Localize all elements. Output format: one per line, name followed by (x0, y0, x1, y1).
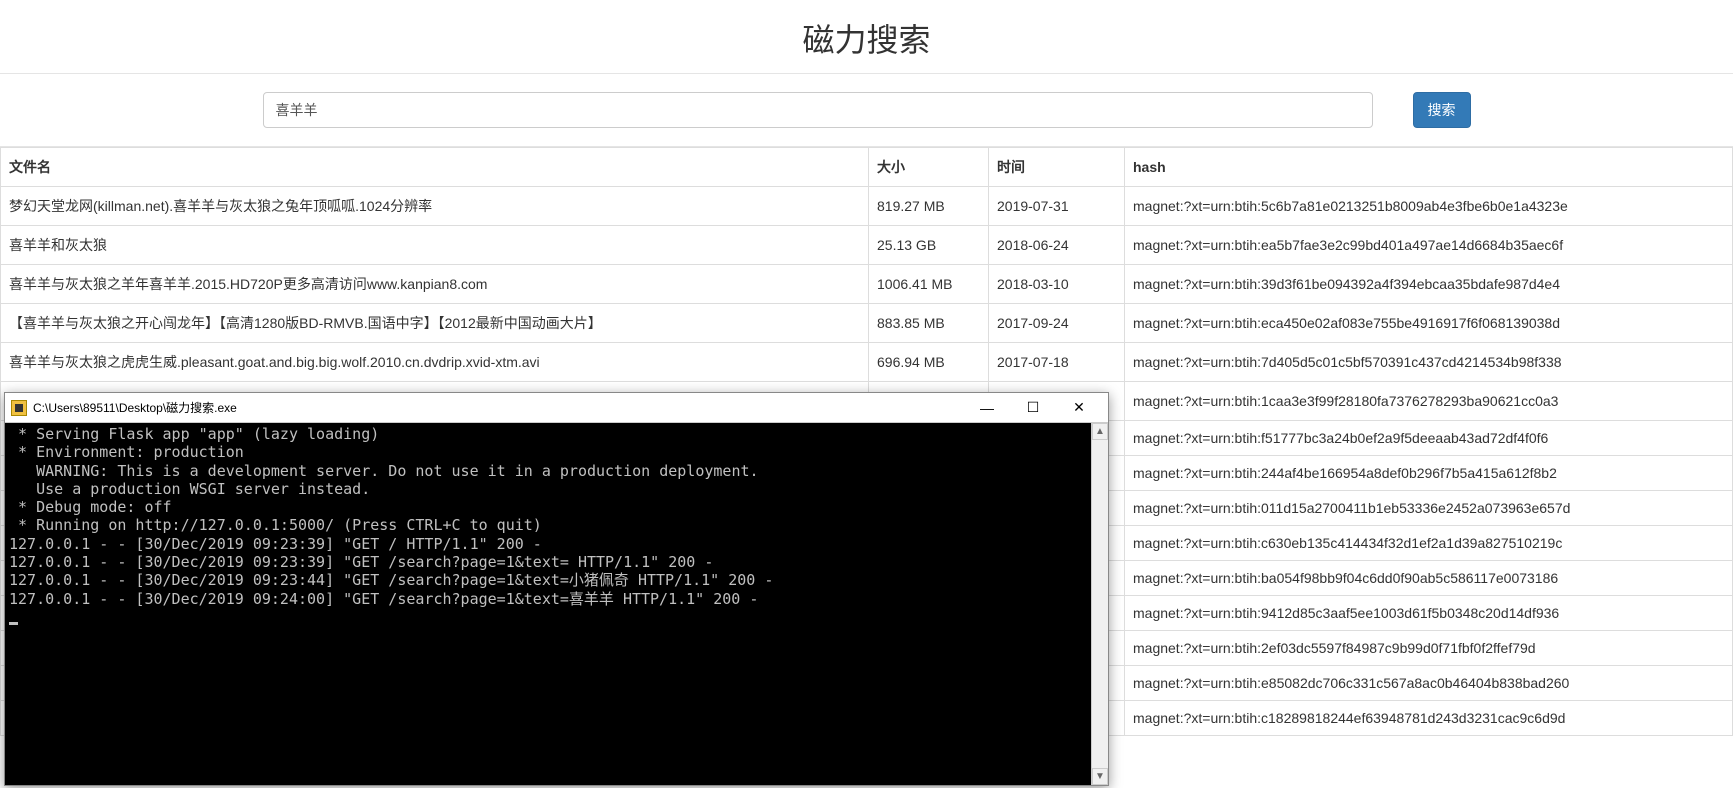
table-header-row: 文件名 大小 时间 hash (1, 148, 1733, 187)
table-row: 【喜羊羊与灰太狼之开心闯龙年】【高清1280版BD-RMVB.国语中字】【201… (1, 304, 1733, 343)
table-row: 喜羊羊和灰太狼25.13 GB2018-06-24magnet:?xt=urn:… (1, 226, 1733, 265)
page-header: 磁力搜索 (0, 0, 1733, 74)
cell-hash: magnet:?xt=urn:btih:eca450e02af083e755be… (1125, 304, 1733, 343)
cell-size: 1006.41 MB (869, 265, 989, 304)
cell-name: 喜羊羊与灰太狼之羊年喜羊羊.2015.HD720P更多高清访问www.kanpi… (1, 265, 869, 304)
col-header-hash: hash (1125, 148, 1733, 187)
cell-name: 【喜羊羊与灰太狼之开心闯龙年】【高清1280版BD-RMVB.国语中字】【201… (1, 304, 869, 343)
cell-hash: magnet:?xt=urn:btih:ba054f98bb9f04c6dd0f… (1125, 561, 1733, 596)
col-header-filename: 文件名 (1, 148, 869, 187)
console-app-icon (11, 400, 27, 416)
console-window[interactable]: C:\Users\89511\Desktop\磁力搜索.exe — ☐ ✕ * … (4, 392, 1109, 786)
maximize-button[interactable]: ☐ (1010, 393, 1056, 423)
console-titlebar[interactable]: C:\Users\89511\Desktop\磁力搜索.exe — ☐ ✕ (5, 393, 1108, 423)
console-cursor (9, 622, 18, 625)
table-row: 喜羊羊与灰太狼之虎虎生威.pleasant.goat.and.big.big.w… (1, 343, 1733, 382)
page-title: 磁力搜索 (0, 15, 1733, 61)
col-header-size: 大小 (869, 148, 989, 187)
cell-name: 梦幻天堂龙网(killman.net).喜羊羊与灰太狼之兔年顶呱呱.1024分辨… (1, 187, 869, 226)
cell-hash: magnet:?xt=urn:btih:011d15a2700411b1eb53… (1125, 491, 1733, 526)
close-button[interactable]: ✕ (1056, 393, 1102, 423)
cell-hash: magnet:?xt=urn:btih:5c6b7a81e0213251b800… (1125, 187, 1733, 226)
cell-hash: magnet:?xt=urn:btih:7d405d5c01c5bf570391… (1125, 343, 1733, 382)
scroll-down-icon[interactable]: ▼ (1092, 768, 1108, 785)
cell-hash: magnet:?xt=urn:btih:1caa3e3f99f28180fa73… (1125, 382, 1733, 421)
window-control-buttons: — ☐ ✕ (964, 393, 1102, 423)
cell-hash: magnet:?xt=urn:btih:ea5b7fae3e2c99bd401a… (1125, 226, 1733, 265)
cell-hash: magnet:?xt=urn:btih:244af4be166954a8def0… (1125, 456, 1733, 491)
cell-name: 喜羊羊和灰太狼 (1, 226, 869, 265)
search-button[interactable]: 搜索 (1413, 92, 1471, 128)
cell-hash: magnet:?xt=urn:btih:39d3f61be094392a4f39… (1125, 265, 1733, 304)
console-scrollbar[interactable]: ▲ ▼ (1091, 423, 1108, 785)
cell-hash: magnet:?xt=urn:btih:c18289818244ef639487… (1125, 701, 1733, 736)
cell-time: 2019-07-31 (989, 187, 1125, 226)
cell-hash: magnet:?xt=urn:btih:e85082dc706c331c567a… (1125, 666, 1733, 701)
cell-time: 2017-09-24 (989, 304, 1125, 343)
cell-size: 819.27 MB (869, 187, 989, 226)
cell-time: 2018-06-24 (989, 226, 1125, 265)
col-header-time: 时间 (989, 148, 1125, 187)
cell-name: 喜羊羊与灰太狼之虎虎生威.pleasant.goat.and.big.big.w… (1, 343, 869, 382)
cell-hash: magnet:?xt=urn:btih:2ef03dc5597f84987c9b… (1125, 631, 1733, 666)
minimize-button[interactable]: — (964, 393, 1010, 423)
scroll-up-icon[interactable]: ▲ (1092, 423, 1108, 440)
console-output[interactable]: * Serving Flask app "app" (lazy loading)… (5, 423, 1108, 785)
cell-hash: magnet:?xt=urn:btih:9412d85c3aaf5ee1003d… (1125, 596, 1733, 631)
cell-size: 25.13 GB (869, 226, 989, 265)
cell-hash: magnet:?xt=urn:btih:c630eb135c414434f32d… (1125, 526, 1733, 561)
search-input[interactable] (263, 92, 1373, 128)
search-bar: 搜索 (0, 74, 1733, 147)
cell-time: 2018-03-10 (989, 265, 1125, 304)
cell-time: 2017-07-18 (989, 343, 1125, 382)
console-title: C:\Users\89511\Desktop\磁力搜索.exe (33, 399, 964, 416)
cell-hash: magnet:?xt=urn:btih:f51777bc3a24b0ef2a9f… (1125, 421, 1733, 456)
table-row: 喜羊羊与灰太狼之羊年喜羊羊.2015.HD720P更多高清访问www.kanpi… (1, 265, 1733, 304)
table-row: 梦幻天堂龙网(killman.net).喜羊羊与灰太狼之兔年顶呱呱.1024分辨… (1, 187, 1733, 226)
cell-size: 696.94 MB (869, 343, 989, 382)
cell-size: 883.85 MB (869, 304, 989, 343)
